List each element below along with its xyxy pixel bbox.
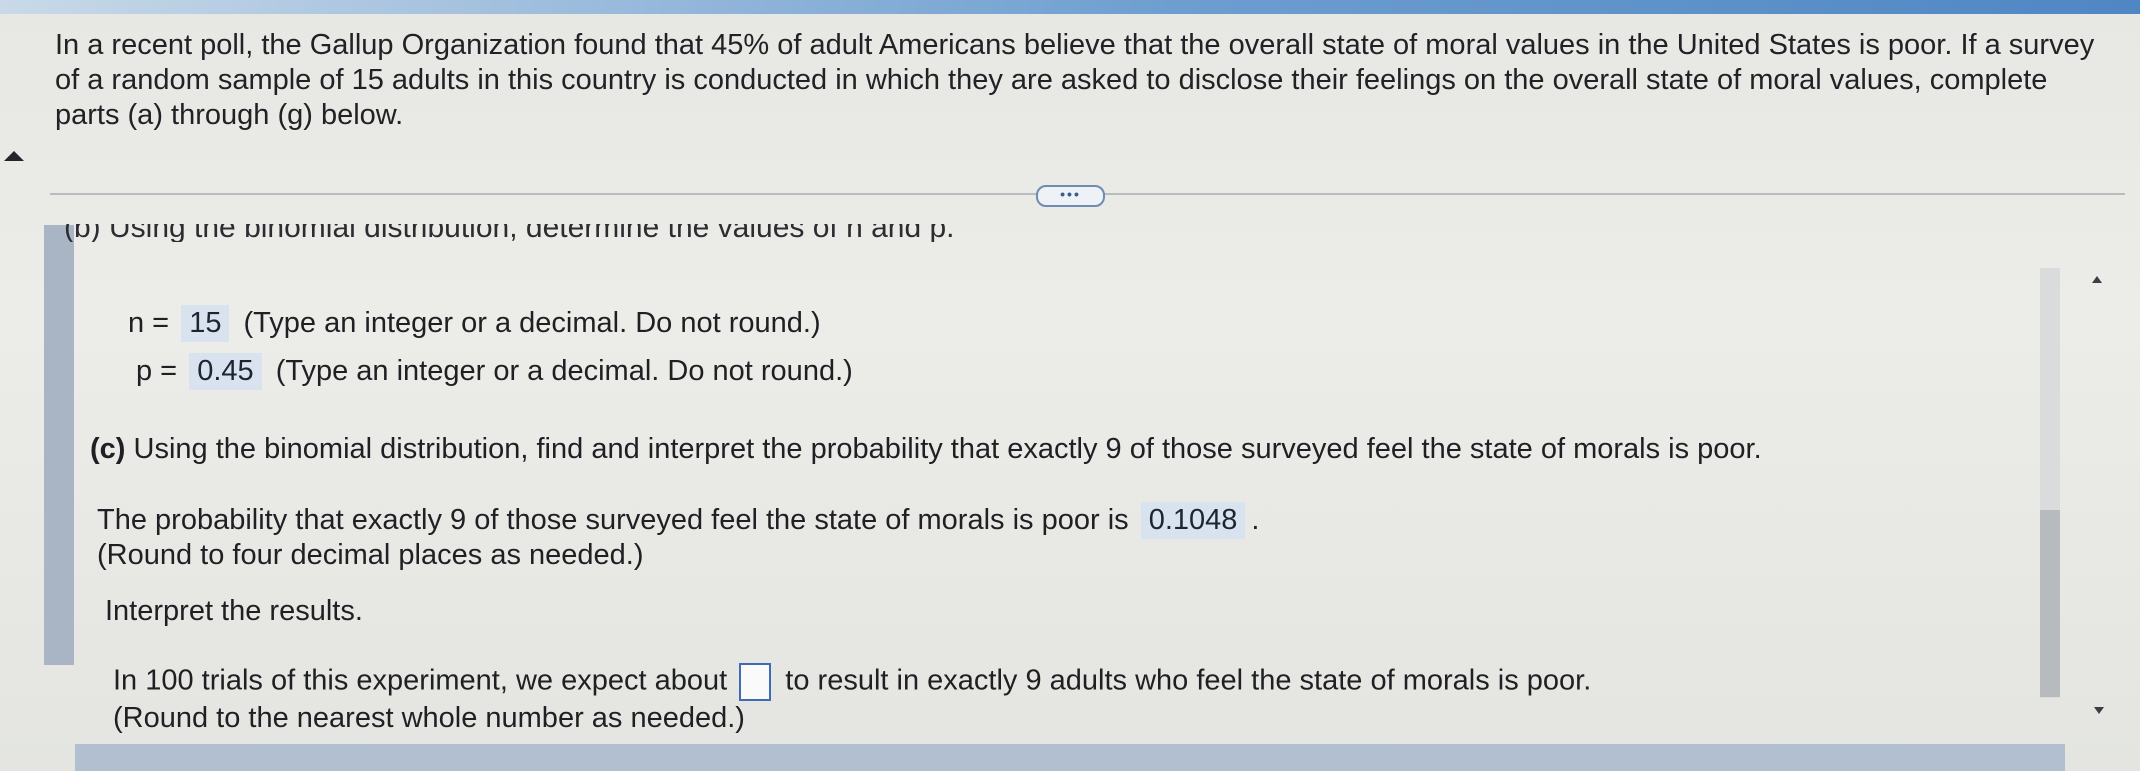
question-page: In a recent poll, the Gallup Organizatio… <box>0 14 2140 771</box>
expand-question-button[interactable]: ••• <box>1036 185 1105 207</box>
trials-text-before: In 100 trials of this experiment, we exp… <box>113 664 728 697</box>
part-b-title-text: (b) Using the binomial distribution, det… <box>64 224 955 242</box>
question-text: In a recent poll, the Gallup Organizatio… <box>55 29 2095 131</box>
n-hint: (Type an integer or a decimal. Do not ro… <box>243 307 821 339</box>
scrollbar-thumb[interactable] <box>2040 510 2060 697</box>
trials-row: In 100 trials of this experiment, we exp… <box>113 663 1591 701</box>
trials-hint: (Round to the nearest whole number as ne… <box>113 702 745 734</box>
answer-pane-rail <box>44 225 74 665</box>
scroll-up-icon[interactable] <box>2092 276 2102 283</box>
probability-hint: (Round to four decimal places as needed.… <box>97 539 644 571</box>
bottom-toolbar-band <box>75 744 2065 771</box>
top-accent-bar <box>0 0 2140 14</box>
part-c-prompt: (c) Using the binomial distribution, fin… <box>90 432 1762 467</box>
probability-answer-field[interactable]: 0.1048 <box>1140 502 1246 539</box>
n-row: n = 15 (Type an integer or a decimal. Do… <box>128 305 821 342</box>
p-label: p = <box>136 355 178 387</box>
part-b-title: (b) Using the binomial distribution, det… <box>64 224 964 242</box>
collapse-arrow-icon[interactable] <box>4 151 24 161</box>
trials-text-after: to result in exactly 9 adults who feel t… <box>785 664 1592 697</box>
n-answer-field[interactable]: 15 <box>181 305 230 342</box>
n-label: n = <box>128 307 170 339</box>
interpret-label: Interpret the results. <box>105 595 363 627</box>
probability-row: The probability that exactly 9 of those … <box>97 502 1259 539</box>
p-row: p = 0.45 (Type an integer or a decimal. … <box>136 353 853 390</box>
probability-period: . <box>1251 504 1260 536</box>
part-c-label: (c) <box>90 433 126 465</box>
probability-text: The probability that exactly 9 of those … <box>97 504 1129 536</box>
p-hint: (Type an integer or a decimal. Do not ro… <box>275 355 853 387</box>
scroll-down-icon[interactable] <box>2094 707 2104 714</box>
p-answer-field[interactable]: 0.45 <box>189 353 262 390</box>
expected-count-input[interactable] <box>739 663 772 701</box>
part-c-prompt-text: Using the binomial distribution, find an… <box>133 433 1762 465</box>
